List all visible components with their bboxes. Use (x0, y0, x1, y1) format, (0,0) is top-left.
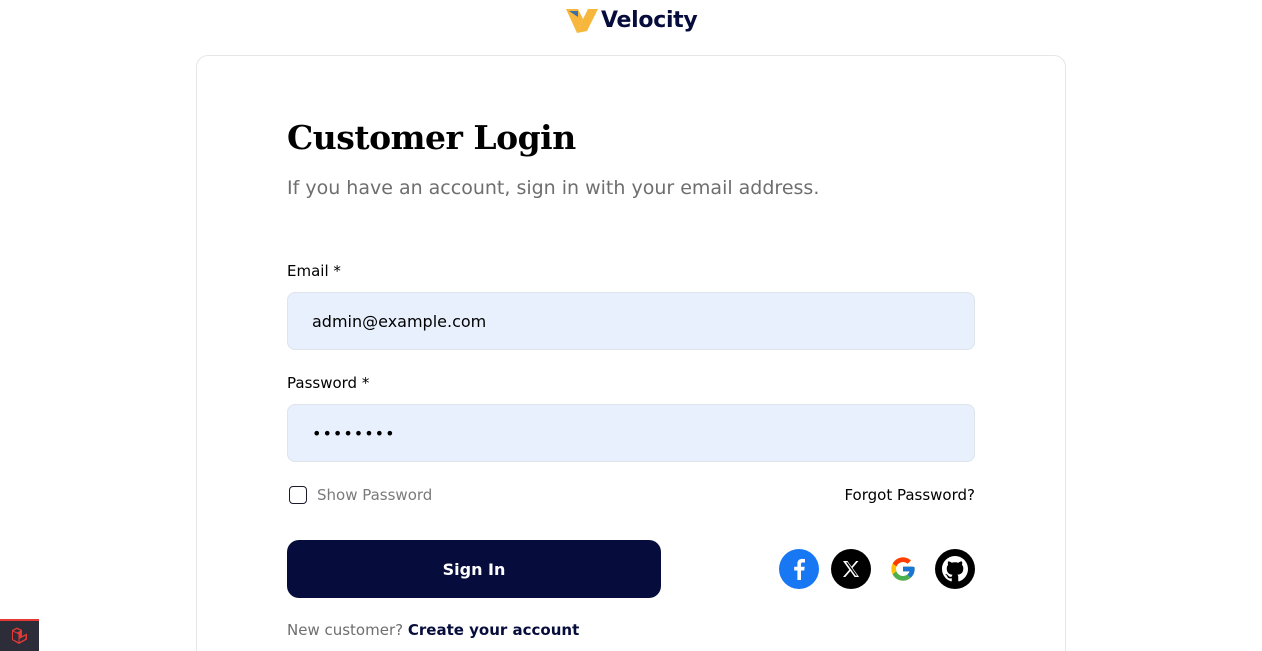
sign-in-button[interactable]: Sign In (287, 540, 661, 598)
page-title: Customer Login (287, 118, 576, 157)
forgot-password-link[interactable]: Forgot Password? (844, 486, 975, 504)
login-card: Customer Login If you have an account, s… (196, 55, 1066, 651)
laravel-icon (11, 627, 27, 644)
show-password-toggle[interactable]: Show Password (289, 486, 432, 504)
x-login-button[interactable] (831, 549, 871, 589)
show-password-checkbox[interactable] (289, 486, 307, 504)
x-twitter-icon (843, 561, 860, 577)
create-account-link[interactable]: Create your account (408, 621, 579, 639)
new-customer-text: New customer? (287, 621, 404, 639)
social-login-group (779, 549, 975, 589)
google-login-button[interactable] (883, 549, 923, 589)
new-customer-prompt: New customer? Create your account (287, 621, 579, 639)
velocity-logo-icon (566, 9, 598, 33)
password-label: Password * (287, 374, 370, 392)
email-label: Email * (287, 262, 341, 280)
google-icon (891, 557, 915, 581)
github-login-button[interactable] (935, 549, 975, 589)
facebook-login-button[interactable] (779, 549, 819, 589)
github-icon (942, 556, 968, 582)
email-field[interactable] (287, 292, 975, 350)
show-password-label: Show Password (317, 486, 433, 504)
password-field[interactable] (287, 404, 975, 462)
brand-name: Velocity (601, 7, 698, 33)
brand-logo[interactable]: Velocity (566, 4, 698, 36)
debug-bar-toggle[interactable] (0, 619, 39, 651)
facebook-icon (794, 558, 805, 580)
page-subtitle: If you have an account, sign in with you… (287, 177, 820, 199)
